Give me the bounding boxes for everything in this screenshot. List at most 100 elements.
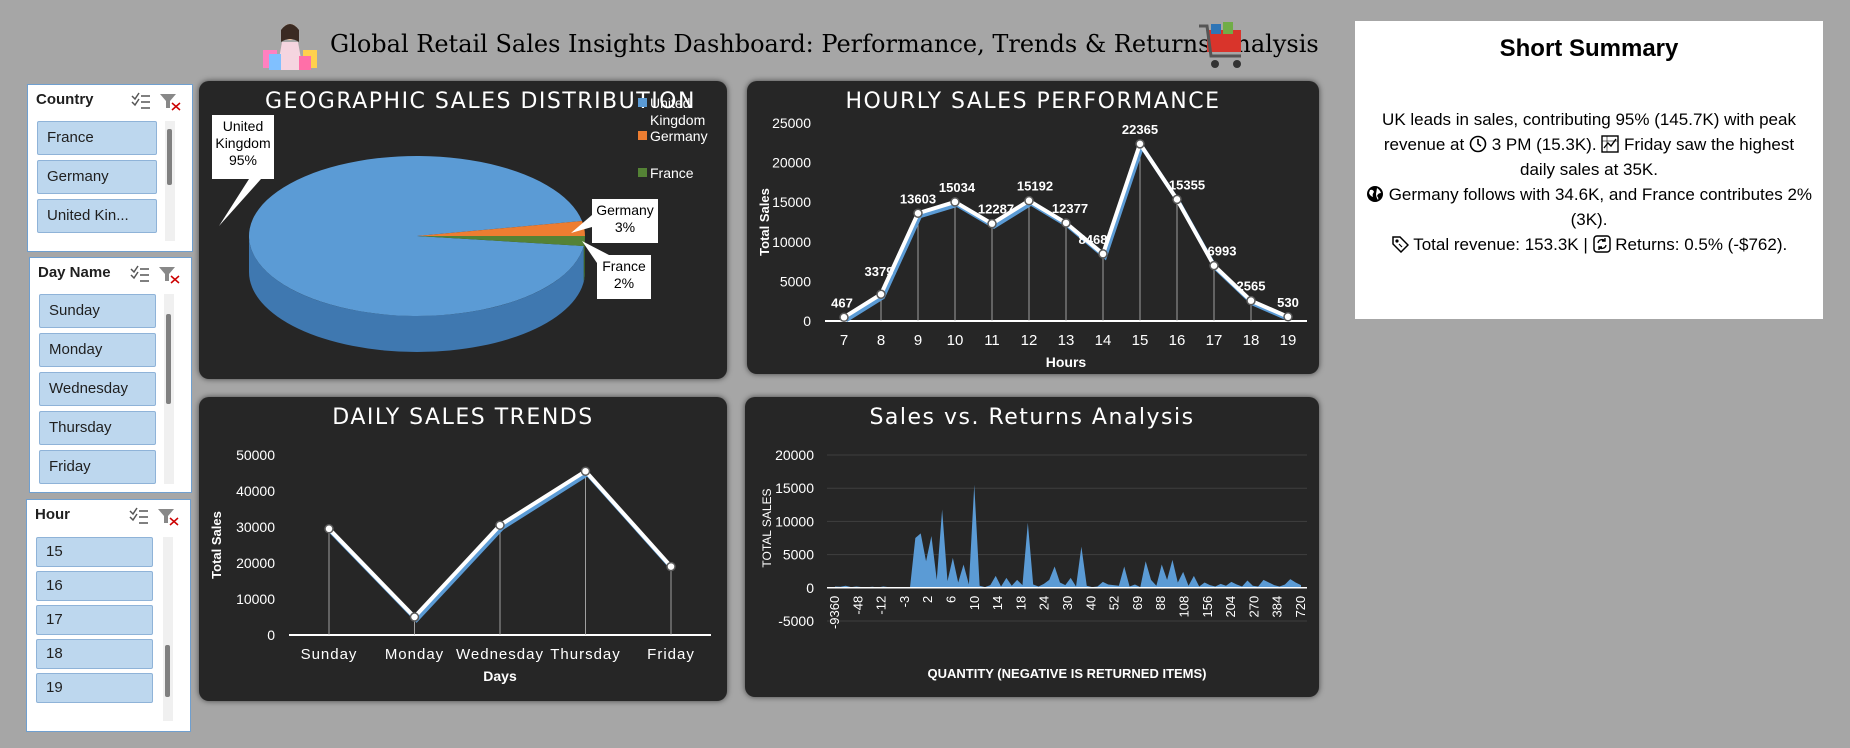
data-label: 467 (831, 295, 853, 310)
data-point (1024, 195, 1034, 206)
y-axis-title: Total Sales (757, 188, 772, 256)
x-tick-label: 108 (1177, 596, 1192, 618)
hour-slicer-scrollbar[interactable] (163, 537, 173, 721)
data-point (409, 612, 420, 622)
country-slicer: Country France Germany United Kin... (27, 84, 193, 252)
slicer-item-hour-17[interactable]: 17 (36, 605, 153, 635)
hourly-line-chart: 0 5000 10000 15000 20000 25000 467 3379 13603150… (757, 115, 1307, 370)
y-tick-label: 10000 (775, 513, 814, 529)
x-tick-label: 270 (1246, 596, 1261, 618)
scroll-thumb[interactable] (165, 645, 170, 697)
x-tick-label: Friday (647, 646, 695, 663)
slicer-item-hour-15[interactable]: 15 (36, 537, 153, 567)
pie-data-label-pct-france: 2% (614, 275, 634, 291)
slicer-item-united-kingdom[interactable]: United Kin... (37, 199, 157, 233)
clock-icon (1469, 135, 1487, 153)
slicer-item-hour-16[interactable]: 16 (36, 571, 153, 601)
summary-line2: Germany follows with 34.6K, and France c… (1388, 185, 1813, 229)
shopping-cart-icon (1199, 22, 1241, 68)
summary-line3a: Total revenue: 153.3K | (1413, 235, 1588, 254)
x-tick-label: 6 (944, 596, 959, 603)
short-summary-card: Short Summary UK leads in sales, contrib… (1355, 21, 1823, 319)
sales-returns-panel: Sales vs. Returns Analysis -5000 0 5000 100… (745, 397, 1319, 697)
x-axis-title: Days (483, 668, 517, 684)
x-tick-label: 24 (1037, 596, 1052, 610)
x-tick-label: Sunday (301, 646, 358, 663)
data-point (1098, 249, 1108, 259)
y-tick-label: 40000 (236, 483, 275, 499)
multi-select-icon[interactable] (129, 507, 148, 524)
slicer-item-monday[interactable]: Monday (39, 333, 156, 367)
x-tick-label: -12 (874, 596, 889, 615)
x-tick-label: 14 (1095, 332, 1112, 349)
y-tick-label: 20000 (236, 555, 275, 571)
data-point (1135, 139, 1145, 149)
x-tick-label: 17 (1206, 332, 1223, 349)
y-tick-label: 0 (267, 627, 275, 643)
legend-label-france: France (650, 165, 694, 181)
x-tick-label: 2 (920, 596, 935, 603)
data-label: 2565 (1237, 279, 1266, 294)
data-label: 15355 (1169, 177, 1205, 192)
x-tick-label: 720 (1293, 596, 1308, 618)
slicer-item-germany[interactable]: Germany (37, 160, 157, 194)
multi-select-icon[interactable] (131, 92, 150, 109)
data-label: 13603 (900, 191, 936, 206)
x-tick-label: 10 (947, 332, 964, 349)
data-point (580, 466, 591, 476)
slicer-item-wednesday[interactable]: Wednesday (39, 372, 156, 406)
x-tick-label: Wednesday (456, 646, 544, 663)
x-tick-label: Thursday (550, 646, 621, 663)
x-tick-label: 16 (1169, 332, 1186, 349)
pie-chart: UnitedKingdom95%Germany3%France2%UnitedK… (212, 95, 708, 352)
y-tick-label: 5000 (783, 547, 814, 563)
x-tick-label: Monday (385, 646, 444, 663)
slicer-item-sunday[interactable]: Sunday (39, 294, 156, 328)
x-axis-title: Hours (1046, 354, 1087, 370)
legend-label-germany: Germany (650, 128, 708, 144)
x-tick-label: 7 (840, 332, 848, 349)
country-slicer-scrollbar[interactable] (165, 121, 175, 241)
x-tick-label: 13 (1058, 332, 1075, 349)
legend-swatch-germany (638, 131, 647, 140)
y-tick-label: 20000 (775, 447, 814, 463)
pie-data-label-france: France (602, 258, 646, 274)
clear-filter-icon[interactable] (159, 267, 180, 284)
slicer-item-france[interactable]: France (37, 121, 157, 155)
scroll-thumb[interactable] (167, 129, 172, 185)
slicer-item-thursday[interactable]: Thursday (39, 411, 156, 445)
x-tick-label: 18 (1013, 596, 1028, 610)
series-line-shadow (329, 471, 675, 623)
clear-filter-icon[interactable] (160, 94, 181, 111)
slicer-item-hour-19[interactable]: 19 (36, 673, 153, 703)
globe-icon (1366, 186, 1383, 202)
hourly-sales-panel: HOURLY SALES PERFORMANCE 0 5000 10000 15000… (747, 81, 1319, 374)
data-label: 12287 (978, 202, 1014, 217)
y-axis-title: TOTAL SALES (760, 488, 774, 567)
clear-filter-icon[interactable] (158, 509, 179, 526)
data-point (1172, 194, 1182, 205)
legend-label-united-kingdom: United (650, 95, 690, 111)
slicer-item-friday[interactable]: Friday (39, 450, 156, 484)
x-tick-label: 69 (1130, 596, 1145, 610)
data-point (1061, 218, 1071, 228)
hour-slicer: Hour 15 16 17 18 19 (26, 499, 191, 732)
x-tick-label: 204 (1223, 596, 1238, 618)
y-tick-label: 15000 (772, 194, 811, 210)
scroll-thumb[interactable] (166, 314, 171, 404)
pie-data-label-united-kingdom: United (223, 118, 263, 134)
data-point (950, 197, 960, 207)
pie-data-label-united-kingdom: Kingdom (215, 135, 270, 151)
x-tick-label: 18 (1243, 332, 1260, 349)
dashboard-header: Global Retail Sales Insights Dashboard: … (255, 18, 1319, 78)
pie-data-label-pct-germany: 3% (615, 219, 635, 235)
legend-swatch-united-kingdom (638, 98, 647, 107)
slicer-item-hour-18[interactable]: 18 (36, 639, 153, 669)
x-tick-label: -48 (850, 596, 865, 615)
day-slicer-scrollbar[interactable] (164, 294, 174, 484)
multi-select-icon[interactable] (130, 265, 149, 282)
x-tick-label: 40 (1083, 596, 1098, 610)
summary-body: UK leads in sales, contributing 95% (145… (1365, 107, 1813, 257)
data-point (495, 520, 505, 530)
y-tick-label: 0 (806, 580, 814, 596)
